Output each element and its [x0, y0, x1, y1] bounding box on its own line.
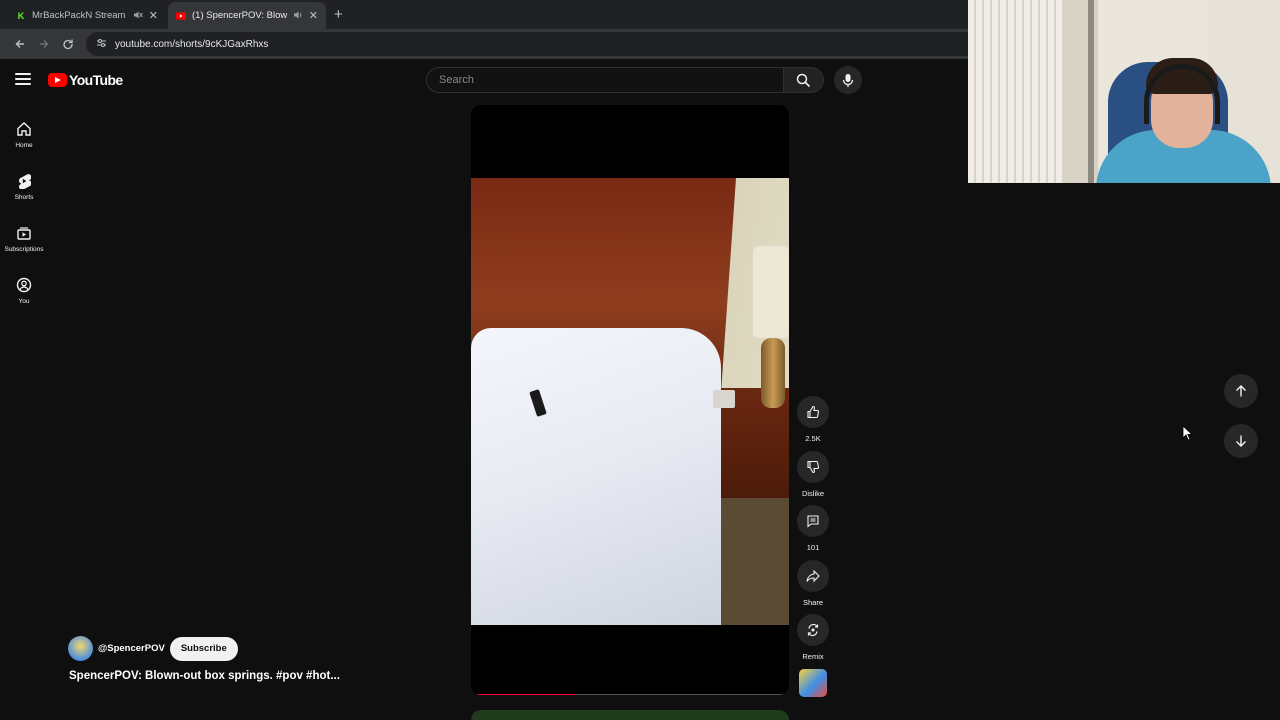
dislike-label: Dislike — [801, 488, 825, 498]
next-short-button[interactable] — [1224, 424, 1258, 458]
guide-label: Subscriptions — [4, 246, 44, 253]
tab-title: MrBackPackN Stream - Wat — [32, 10, 127, 21]
comment-count: 101 — [806, 543, 820, 552]
share-button[interactable] — [797, 559, 829, 592]
video-title[interactable]: SpencerPOV: Blown-out box springs. #pov … — [69, 670, 340, 682]
search-icon — [796, 73, 811, 87]
search-button[interactable] — [784, 67, 824, 93]
you-icon — [14, 275, 34, 295]
progress-fill — [476, 694, 575, 695]
youtube-logo[interactable]: YouTube — [48, 72, 123, 88]
comments-button[interactable] — [797, 505, 829, 537]
webcam-overlay — [968, 0, 1280, 183]
share-label: Share — [802, 597, 823, 607]
like-count: 2.5K — [805, 434, 821, 443]
dislike-action[interactable]: Dislike — [796, 450, 830, 506]
thumbs-down-icon — [807, 460, 820, 473]
guide-item-you[interactable]: You — [0, 264, 48, 316]
tab-kick-stream[interactable]: K MrBackPackN Stream - Wat ✕ — [8, 2, 166, 29]
previous-short-button[interactable] — [1224, 374, 1258, 408]
arrow-up-icon — [1236, 385, 1246, 397]
guide-item-home[interactable]: Home — [0, 108, 48, 160]
search-placeholder: Search — [439, 74, 474, 86]
kick-icon: K — [17, 10, 25, 21]
tab-title: (1) SpencerPOV: Blown-out — [192, 10, 287, 21]
url-text: youtube.com/shorts/9cKJGaxRhxs — [115, 38, 269, 50]
shorts-video-player[interactable] — [471, 105, 789, 695]
channel-handle[interactable]: @SpencerPOV — [98, 643, 165, 654]
subscribe-button[interactable]: Subscribe — [169, 636, 238, 661]
site-settings-icon[interactable] — [96, 38, 107, 51]
guide-item-subscriptions[interactable]: Subscriptions — [0, 212, 48, 264]
subscriptions-icon — [14, 223, 34, 243]
tab-youtube-short[interactable]: (1) SpencerPOV: Blown-out ✕ — [168, 2, 326, 29]
channel-info: @SpencerPOV Subscribe — [68, 636, 238, 661]
search-input[interactable]: Search — [426, 67, 784, 93]
voice-search-button[interactable] — [834, 66, 862, 94]
guide-label: You — [18, 298, 30, 305]
remix-label: Remix — [802, 652, 824, 661]
shorts-icon — [14, 171, 34, 191]
next-short-preview[interactable] — [471, 710, 789, 720]
address-bar[interactable]: youtube.com/shorts/9cKJGaxRhxs — [86, 32, 986, 56]
original-sound-thumbnail[interactable] — [799, 668, 827, 697]
like-button[interactable] — [797, 396, 829, 428]
new-tab-button[interactable]: + — [334, 6, 343, 23]
close-tab-icon[interactable]: ✕ — [149, 9, 158, 22]
comment-icon — [807, 515, 819, 528]
thumbs-up-icon — [807, 405, 820, 419]
reload-icon[interactable] — [56, 32, 80, 56]
speaker-icon[interactable] — [293, 10, 303, 22]
guide-label: Home — [15, 142, 33, 149]
hamburger-menu-icon[interactable] — [15, 73, 31, 85]
youtube-icon — [176, 11, 186, 21]
channel-avatar[interactable] — [68, 636, 93, 661]
video-progress-bar[interactable] — [476, 694, 784, 695]
guide-item-shorts[interactable]: Shorts — [0, 160, 48, 212]
remix-icon — [807, 623, 819, 637]
screen: K MrBackPackN Stream - Wat ✕ (1) Spencer… — [0, 0, 1280, 720]
shorts-actions: 2.5K Dislike 101 Share Remix — [796, 396, 830, 697]
mini-guide: Home Shorts Subscriptions You — [0, 108, 48, 316]
microphone-icon — [842, 73, 854, 87]
mouse-cursor-icon — [1182, 425, 1194, 446]
close-tab-icon[interactable]: ✕ — [309, 9, 318, 22]
back-arrow-icon[interactable] — [8, 32, 32, 56]
guide-label: Shorts — [14, 194, 34, 201]
arrow-down-icon — [1236, 435, 1246, 447]
youtube-play-icon — [48, 73, 67, 87]
forward-arrow-icon[interactable] — [32, 32, 56, 56]
like-action[interactable]: 2.5K — [796, 396, 830, 451]
video-frame — [471, 178, 789, 625]
logo-text: YouTube — [69, 72, 123, 88]
muted-speaker-icon[interactable] — [133, 10, 143, 22]
comments-action[interactable]: 101 — [796, 505, 830, 560]
remix-button[interactable] — [797, 614, 829, 646]
share-action[interactable]: Share — [796, 559, 830, 615]
share-icon — [806, 569, 820, 582]
remix-action[interactable]: Remix — [796, 614, 830, 669]
dislike-button[interactable] — [797, 450, 829, 483]
home-icon — [14, 119, 34, 139]
